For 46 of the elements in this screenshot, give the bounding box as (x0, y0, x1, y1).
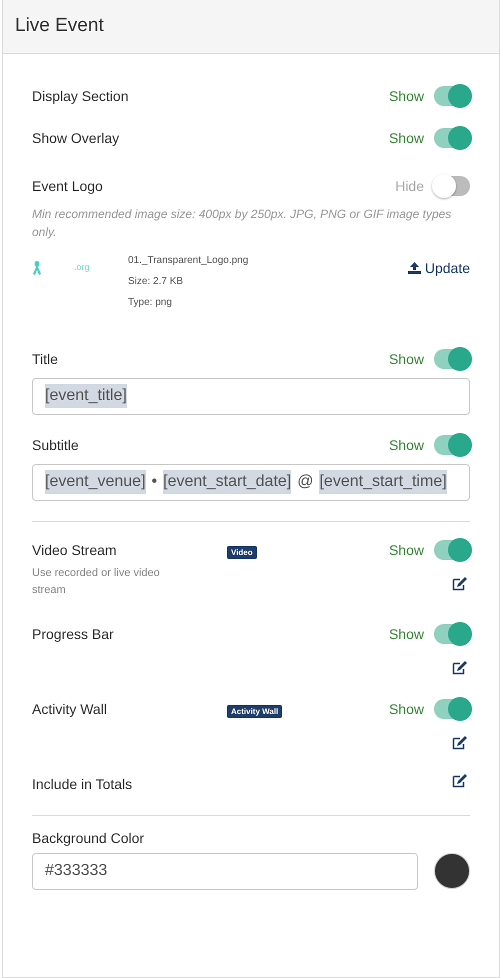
hint-text: Min recommended image size: 400px by 250px. JPG, PNG or GIF image types only. (32, 206, 452, 242)
toggle-switch[interactable] (434, 86, 470, 106)
toggle-label: Show (388, 86, 424, 106)
edit-icon[interactable] (452, 576, 468, 591)
edit-icon[interactable] (452, 774, 468, 788)
update-button[interactable]: Update (408, 258, 470, 279)
description-text: Use recorded or live video stream (32, 566, 161, 598)
field-label: Activity Wall (32, 700, 108, 719)
ribbon-icon (32, 260, 42, 276)
file-info: 01._Transparent_Logo.png (128, 254, 248, 266)
file-info: Size: 2.7 KB (128, 276, 184, 287)
field-label: Title (32, 350, 58, 369)
edit-icon[interactable] (452, 736, 468, 750)
color-swatch[interactable] (434, 853, 470, 890)
feature-tag: Video (227, 546, 257, 559)
field-label: Show Overlay (32, 128, 120, 148)
field-label: Video Stream (32, 540, 118, 560)
toggle-switch[interactable] (434, 624, 470, 644)
edit-icon[interactable] (452, 660, 468, 675)
toggle-switch[interactable] (434, 435, 470, 456)
field-label: Event Logo (32, 176, 103, 196)
toggle-switch[interactable] (434, 699, 470, 720)
toggle-switch[interactable] (434, 128, 470, 148)
toggle-label: Hide (395, 176, 424, 196)
toggle-label: Show (388, 540, 424, 560)
upload-icon (408, 262, 421, 274)
field-label: Include in Totals (32, 774, 134, 794)
field-label: Subtitle (32, 436, 79, 455)
file-info: Type: png (128, 296, 172, 308)
field-label: Display Section (32, 86, 128, 106)
toggle-switch[interactable] (434, 176, 470, 196)
toggle-label: Show (388, 624, 424, 644)
toggle-label: Show (388, 436, 424, 455)
color-field[interactable]: #333333 (32, 852, 418, 890)
text-field[interactable]: [event_venue] • [event_start_date] @ [event_start_time] (32, 464, 470, 501)
toggle-label: Show (388, 128, 424, 148)
field-label: Background Color (32, 828, 146, 848)
feature-tag: Activity Wall (227, 704, 282, 718)
toggle-switch[interactable] (434, 540, 470, 560)
toggle-label: Show (388, 700, 424, 719)
toggle-switch[interactable] (434, 349, 470, 370)
toggle-label: Show (388, 350, 424, 369)
panel-title: Live Event (15, 15, 104, 36)
text-field[interactable]: [event_title] (32, 378, 470, 415)
logo-text: .org (74, 260, 90, 274)
field-label: Progress Bar (32, 624, 115, 644)
